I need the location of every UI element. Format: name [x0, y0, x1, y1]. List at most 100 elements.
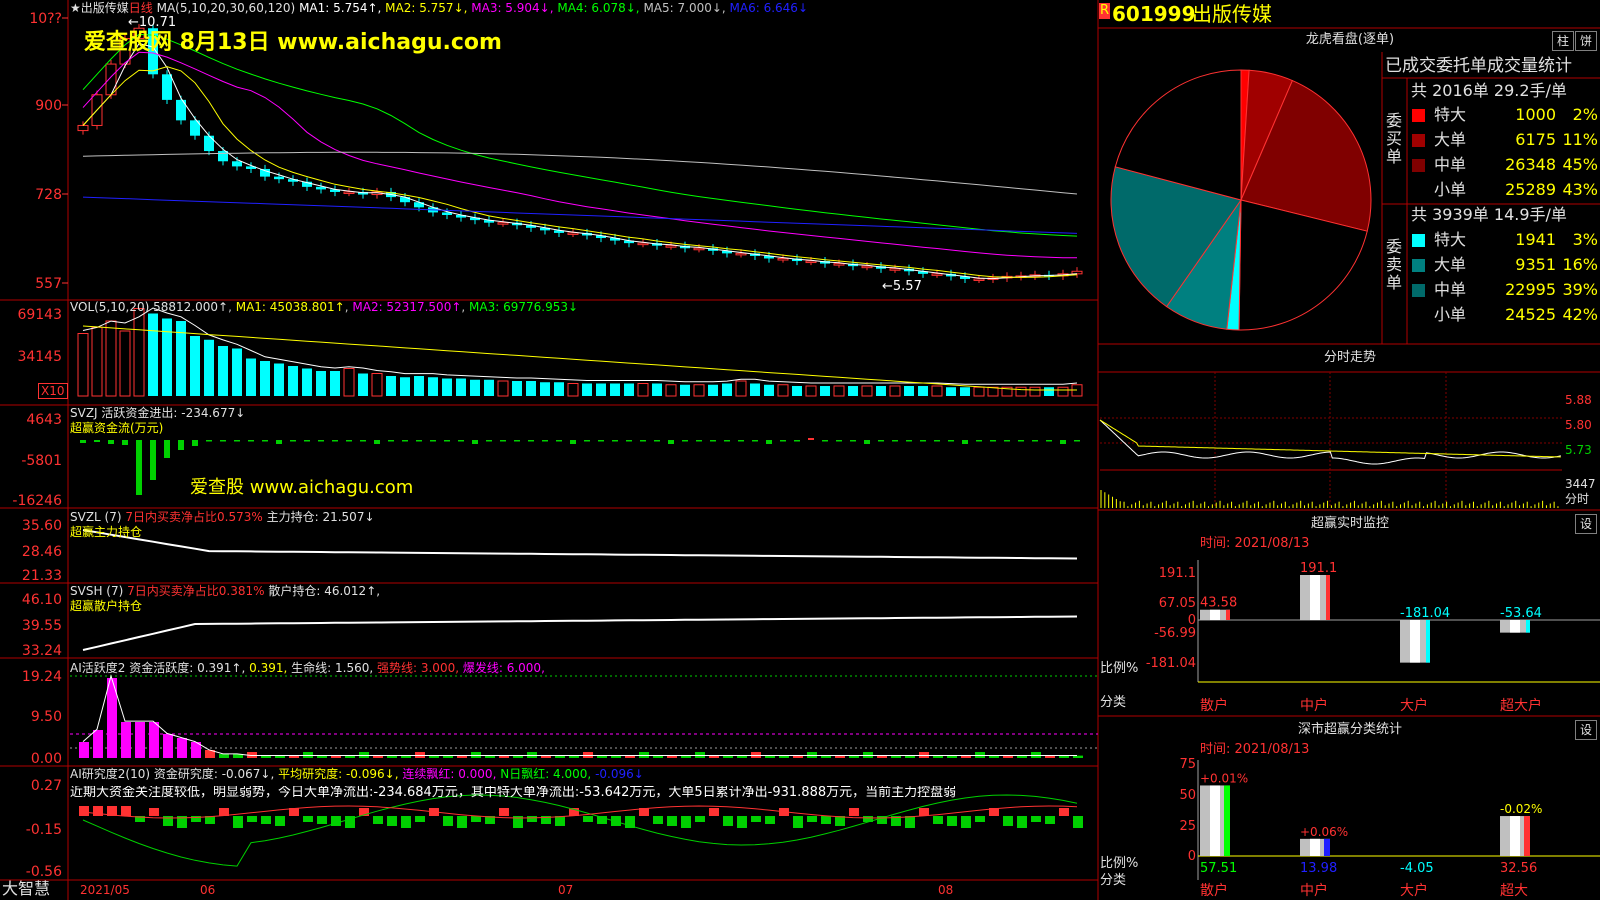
shenzhen-cat-1: 中户	[1300, 882, 1328, 899]
shenzhen-bar-edge-1	[1324, 838, 1330, 856]
order-percent: 39%	[1562, 280, 1598, 299]
ai2-bar	[905, 816, 915, 828]
svzj-bar	[262, 440, 268, 442]
stock-title-label: ★出版传媒	[70, 1, 129, 15]
ai1-bar	[93, 730, 103, 758]
monitor-bar-label-2: -181.04	[1400, 606, 1450, 621]
shenzhen-settings-button[interactable]: 设	[1575, 720, 1597, 740]
vol-bar	[414, 376, 424, 396]
ai2-tick-2: -0.56	[26, 864, 62, 880]
svzj-bar	[668, 440, 674, 444]
intraday-tick-1: 5.80	[1565, 418, 1592, 432]
x-label-2: 07	[558, 883, 574, 897]
vol-bar	[637, 383, 649, 397]
vol-bar	[343, 368, 355, 397]
ai2-bar	[709, 808, 719, 816]
monitor-tick-1: 67.05	[1159, 596, 1196, 611]
vol-bar	[708, 384, 718, 396]
shenzhen-tick-1: 50	[1179, 788, 1196, 803]
order-volume: 9351	[1515, 255, 1556, 274]
ai2-bar	[121, 806, 131, 816]
svzj-bar	[220, 440, 226, 442]
order-percent: 2%	[1572, 105, 1598, 124]
svzj-bar	[626, 440, 632, 442]
vol-bar	[750, 383, 760, 396]
vol-bar	[805, 385, 817, 397]
kline-y-tick-1: 900	[35, 98, 62, 114]
svzj-bar	[388, 440, 394, 442]
vol-bar	[792, 386, 802, 396]
vol-bar	[610, 383, 620, 396]
period-label[interactable]: 日线	[129, 1, 153, 15]
intraday-tick-2: 5.73	[1565, 443, 1592, 457]
shenzhen-top-3: -0.02%	[1500, 802, 1542, 816]
shenzhen-cat-0: 散户	[1200, 882, 1228, 899]
x-label-3: 08	[938, 883, 954, 897]
ai1-bar	[219, 754, 229, 758]
kline-candle	[777, 257, 789, 261]
vol-bar	[470, 379, 480, 396]
legend-swatch	[1412, 234, 1425, 247]
ma-value-3: MA3: 5.904↓,	[471, 1, 558, 15]
kline-candle	[105, 63, 117, 96]
shenzhen-bar-highlight-3	[1510, 816, 1520, 856]
pie-view-button[interactable]: 饼	[1575, 31, 1597, 51]
vol-bar	[918, 386, 928, 396]
ai2-bar	[723, 816, 733, 826]
ai2-bar	[471, 816, 481, 822]
ma-value-4: MA4: 6.078↓,	[557, 1, 644, 15]
vol-bar	[246, 358, 256, 396]
order-volume: 26348	[1505, 155, 1556, 174]
svzj-bar	[136, 440, 142, 495]
svzl-tick-2: 21.33	[22, 568, 62, 584]
main-chart-canvas[interactable]: 10?? 900 728 557 ←10.71 ←5.57 69143 34145 4643 -5…	[0, 0, 1600, 900]
shenzhen-bar-label-0: 57.51	[1200, 861, 1237, 876]
svzj-bar	[458, 440, 464, 442]
bar-view-button[interactable]: 柱	[1552, 31, 1574, 51]
ai1-v2: 0.391,	[249, 661, 288, 675]
monitor-bar-label-1: 191.1	[1300, 561, 1337, 576]
vol-bar	[960, 387, 970, 396]
vol-bar	[722, 383, 732, 396]
svzl-tick-0: 35.60	[22, 518, 62, 534]
longhu-table-title: 已成交委托单成交量统计	[1385, 56, 1572, 76]
order-percent: 43%	[1562, 180, 1598, 199]
monitor-bar-highlight-0	[1210, 609, 1220, 620]
ai2-bar	[583, 816, 593, 822]
ai2-bar	[303, 816, 313, 822]
ai2-bar	[1059, 808, 1069, 816]
ai2-line	[82, 794, 1078, 867]
vol-bar	[512, 381, 522, 396]
shenzhen-top-0: +0.01%	[1200, 771, 1248, 785]
intraday-title: 分时走势	[1100, 348, 1600, 368]
svzj-bar	[920, 440, 926, 442]
svzj-bar	[206, 440, 212, 442]
shenzhen-bar-label-2: -4.05	[1400, 861, 1434, 876]
vol-bar	[848, 386, 858, 396]
ai2-bar	[93, 806, 103, 816]
legend-swatch	[1412, 159, 1425, 172]
kline-title: ★出版传媒日线 MA(5,10,20,30,60,120) MA1: 5.754…	[70, 1, 808, 15]
svzj-bar	[654, 440, 660, 442]
svsh-hold: 散户持仓: 46.012↑,	[268, 584, 381, 598]
order-type-label: 小单	[1434, 180, 1467, 199]
order-type-label: 大单	[1434, 255, 1467, 274]
legend-swatch	[1412, 184, 1425, 197]
svzj-bar	[178, 440, 184, 450]
svzj-bar	[808, 438, 814, 440]
svzj-bar	[122, 440, 128, 445]
ai2-research: 资金研究度: -0.067↓,	[153, 767, 275, 781]
svzj-bar	[374, 440, 380, 444]
monitor-settings-button[interactable]: 设	[1575, 514, 1597, 534]
svzj-bar	[290, 440, 296, 442]
svzj-bar	[1046, 440, 1052, 442]
ma2-line	[82, 66, 1078, 278]
ai1-activity: 资金活跃度: 0.391↑,	[129, 661, 246, 675]
ai2-bar	[443, 816, 453, 826]
ai2-bar	[765, 816, 775, 824]
svzj-bar	[514, 440, 520, 442]
kline-candle	[343, 191, 355, 194]
vol-bar	[820, 386, 830, 396]
kline-candle	[260, 168, 270, 177]
ai1-tick-0: 19.24	[22, 669, 62, 685]
